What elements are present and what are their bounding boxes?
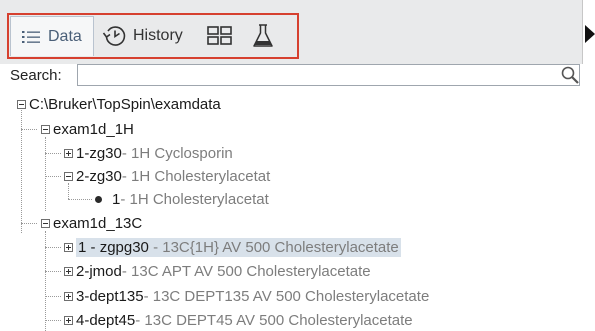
pulprog-label: dept45: [89, 311, 136, 329]
experiment-description: - 1H Cholesterylacetat: [121, 167, 271, 185]
experiment-description: - 13C DEPT135 AV 500 Cholesterylacetate: [143, 287, 430, 305]
selection-highlight: 1 - zgpg30 - 13C{1H} AV 500 Cholesteryla…: [76, 237, 401, 257]
tree-dataset-exam1d-1h[interactable]: exam1d_1H: [41, 118, 134, 140]
expand-icon[interactable]: [64, 266, 73, 276]
panel-collapse-arrow-icon[interactable]: [585, 25, 595, 43]
experiment-description: - 13C APT AV 500 Cholesterylacetate: [121, 262, 371, 280]
experiment-description: - 13C DEPT45 AV 500 Cholesterylacetate: [135, 311, 413, 329]
dataset-label: exam1d_1H: [53, 120, 134, 138]
pulprog-label: dept135: [89, 287, 144, 305]
pulprog-label: zgpg30: [99, 238, 149, 256]
tree-experiment-row[interactable]: 4 - dept45 - 13C DEPT45 AV 500 Cholester…: [64, 309, 413, 331]
procno-description: - 1H Cholesterylacetat: [120, 190, 269, 208]
search-input[interactable]: [77, 64, 580, 86]
expand-icon[interactable]: [64, 291, 73, 301]
expand-icon[interactable]: [64, 148, 73, 158]
tree-experiment-row[interactable]: 1 - zg30 - 1H Cyclosporin: [64, 142, 233, 164]
expno-label: 2: [76, 262, 85, 280]
search-label: Search:: [10, 67, 62, 84]
search-icon[interactable]: [560, 65, 580, 90]
collapse-icon[interactable]: [41, 124, 50, 134]
collapse-icon[interactable]: [41, 218, 50, 228]
expno-label: 2: [76, 167, 85, 185]
tree-procno-row[interactable]: 1 - 1H Cholesterylacetat: [92, 188, 269, 210]
pulprog-label: zg30: [89, 144, 122, 162]
expand-icon[interactable]: [64, 242, 73, 252]
browser-toolbar: Data History: [0, 0, 583, 64]
tabs-highlight-box: [7, 13, 299, 59]
expand-icon[interactable]: [64, 315, 73, 325]
experiment-description: - 1H Cyclosporin: [121, 144, 233, 162]
data-tree: C:\Bruker\TopSpin\examdata exam1d_1H 1 -…: [0, 88, 582, 331]
expno-separator: -: [86, 238, 100, 256]
tree-experiment-row[interactable]: 2 - zg30 - 1H Cholesterylacetat: [64, 165, 270, 187]
experiment-description: - 13C{1H} AV 500 Cholesterylacetate: [148, 238, 399, 256]
tree-dataset-exam1d-13c[interactable]: exam1d_13C: [41, 212, 142, 234]
pulprog-label: zg30: [89, 167, 122, 185]
bullet-icon: [95, 195, 102, 203]
collapse-icon[interactable]: [64, 171, 73, 181]
tree-experiment-row[interactable]: 2 - jmod - 13C APT AV 500 Cholesterylace…: [64, 260, 371, 282]
search-row: Search:: [0, 64, 582, 88]
dataset-label: exam1d_13C: [53, 214, 143, 232]
expno-label: 3: [76, 287, 85, 305]
procno-label: 1: [112, 190, 121, 208]
expno-label: 1: [76, 144, 85, 162]
tree-experiment-row-selected[interactable]: 1 - zgpg30 - 13C{1H} AV 500 Cholesteryla…: [64, 236, 401, 258]
root-path-label: C:\Bruker\TopSpin\examdata: [29, 95, 221, 113]
expno-label: 4: [76, 311, 85, 329]
pulprog-label: jmod: [89, 262, 122, 280]
tree-experiment-row[interactable]: 3 - dept135 - 13C DEPT135 AV 500 Cholest…: [64, 285, 429, 307]
collapse-icon[interactable]: [17, 99, 26, 109]
tree-root[interactable]: C:\Bruker\TopSpin\examdata: [17, 93, 221, 115]
